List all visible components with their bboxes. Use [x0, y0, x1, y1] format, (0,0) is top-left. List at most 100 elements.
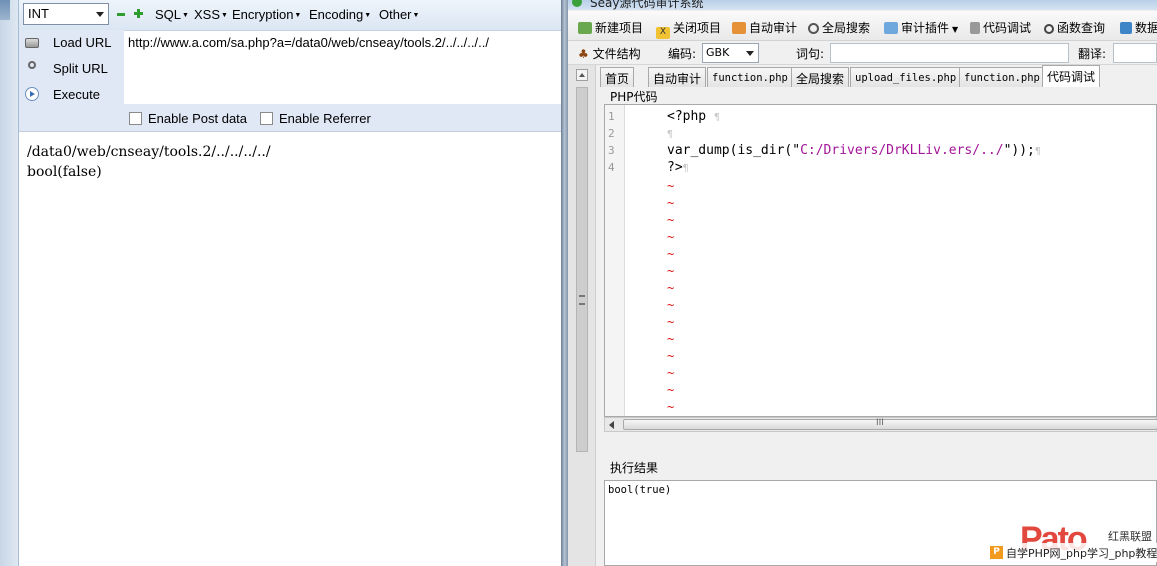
auto-audit-button[interactable]: 自动审计 — [732, 19, 797, 36]
tab-auto-audit[interactable]: 自动审计 — [648, 67, 707, 87]
audit-plugin-button[interactable]: 审计插件 ▼ — [884, 19, 958, 36]
main-toolbar: 新建项目 X 关闭项目 自动审计 全局搜索 审计插件 ▼ 代码调试 函数查询 数据 — [568, 11, 1157, 41]
left-window-edge — [0, 0, 18, 566]
tab-function-php-2[interactable]: function.php — [959, 67, 1045, 87]
secondary-toolbar: ♣ 文件结构 编码: GBK 词句: 翻译: — [568, 41, 1157, 65]
debug-icon — [970, 22, 980, 34]
increase-icon[interactable] — [134, 9, 143, 18]
hackbar-options: Enable Post data Enable Referrer — [19, 104, 562, 132]
tree-icon: ♣ — [578, 47, 589, 61]
menu-encryption[interactable]: Encryption▼ — [232, 7, 301, 22]
decrease-icon[interactable] — [117, 13, 125, 16]
output-line: /data0/web/cnseay/tools.2/../../../../ — [27, 144, 271, 160]
result-label: 执行结果 — [610, 461, 659, 475]
line-gutter: 1 2 3 4 — [605, 105, 625, 416]
query-label: 词句: — [796, 47, 825, 61]
watermark-brand: 红黑联盟 — [1108, 530, 1152, 543]
empty-line-marker: ~ — [667, 315, 675, 329]
code-line: var_dump(is_dir("C:/Drivers/DrKLLiv.ers/… — [667, 143, 1041, 158]
page-output: /data0/web/cnseay/tools.2/../../../../ b… — [27, 142, 547, 182]
menu-sql[interactable]: SQL▼ — [155, 7, 189, 22]
watermark-icon: P — [990, 546, 1003, 559]
output-line: bool(false) — [27, 164, 102, 180]
empty-line-marker: ~ — [667, 298, 675, 312]
plugin-icon — [884, 22, 898, 34]
tab-function-php[interactable]: function.php — [707, 67, 793, 87]
splitter-grip-icon[interactable] — [579, 295, 585, 305]
horizontal-scrollbar[interactable]: III — [604, 417, 1157, 432]
app-icon — [572, 0, 582, 7]
side-scrollbar[interactable] — [568, 65, 596, 566]
code-line: ¶ — [667, 129, 674, 140]
play-icon — [25, 87, 39, 101]
magnifier-icon — [1044, 24, 1054, 34]
url-textarea[interactable]: http://www.a.com/sa.php?a=/data0/web/cns… — [124, 30, 562, 104]
translate-label: 翻译: — [1078, 47, 1107, 61]
search-icon — [808, 23, 819, 34]
empty-line-marker: ~ — [667, 179, 675, 193]
scroll-left-icon[interactable] — [609, 421, 614, 429]
empty-line-marker: ~ — [667, 332, 675, 346]
encoding-select[interactable]: GBK — [702, 43, 759, 63]
line-number: 4 — [608, 161, 615, 174]
scroll-up-icon[interactable] — [576, 69, 588, 81]
encoding-label: 编码: — [668, 47, 697, 61]
split-url-button[interactable]: Split URL — [19, 56, 124, 82]
data-icon — [1120, 22, 1132, 34]
empty-line-marker: ~ — [667, 383, 675, 397]
code-line: ?>¶ — [667, 160, 689, 175]
load-url-button[interactable]: Load URL — [19, 30, 124, 56]
hackbar-panel: INT SQL▼ XSS▼ Encryption▼ Encoding▼ Othe… — [18, 0, 562, 566]
scroll-track[interactable] — [576, 87, 588, 452]
function-query-button[interactable]: 函数查询 — [1044, 19, 1105, 36]
empty-line-marker: ~ — [667, 281, 675, 295]
hackbar-toolbar: INT SQL▼ XSS▼ Encryption▼ Encoding▼ Othe… — [19, 0, 562, 30]
chevron-down-icon — [96, 12, 104, 17]
code-label: PHP代码 — [610, 90, 658, 104]
watermark-bar: P 自学PHP网_php学习_php教程 — [988, 543, 1157, 562]
menu-encoding[interactable]: Encoding▼ — [309, 7, 371, 22]
file-structure-button[interactable]: ♣ 文件结构 — [578, 45, 641, 62]
scissors-icon — [28, 61, 36, 69]
empty-line-marker: ~ — [667, 264, 675, 278]
translate-input[interactable] — [1113, 43, 1157, 63]
window-divider — [561, 0, 568, 566]
enable-post-checkbox[interactable]: Enable Post data — [129, 111, 247, 126]
seay-window: Seay源代码审计系统 新建项目 X 关闭项目 自动审计 全局搜索 审计插件 ▼ 代… — [568, 0, 1157, 566]
query-input[interactable] — [830, 43, 1069, 63]
empty-line-marker: ~ — [667, 349, 675, 363]
empty-line-marker: ~ — [667, 366, 675, 380]
load-icon — [25, 38, 39, 48]
tab-global-search[interactable]: 全局搜索 — [791, 67, 850, 87]
new-project-button[interactable]: 新建项目 — [578, 19, 643, 36]
hackbar-actions: Load URL Split URL Execute — [19, 30, 124, 104]
code-debug-button[interactable]: 代码调试 — [970, 19, 1031, 36]
enable-referrer-checkbox[interactable]: Enable Referrer — [260, 111, 371, 126]
empty-line-marker: ~ — [667, 400, 675, 414]
scroll-thumb[interactable]: III — [623, 418, 1157, 430]
code-editor[interactable]: 1 2 3 4 <?php ¶ ¶ var_dump(is_dir("C:/Dr… — [604, 104, 1157, 417]
global-search-button[interactable]: 全局搜索 — [808, 19, 870, 36]
empty-line-marker: ~ — [667, 213, 675, 227]
close-project-icon: X — [656, 27, 670, 39]
empty-line-marker: ~ — [667, 196, 675, 210]
line-number: 2 — [608, 127, 615, 140]
tab-home[interactable]: 首页 — [600, 67, 635, 87]
line-number: 1 — [608, 110, 615, 123]
menu-xss[interactable]: XSS▼ — [194, 7, 228, 22]
type-select[interactable]: INT — [23, 3, 109, 25]
close-project-button[interactable]: X 关闭项目 — [656, 19, 721, 39]
empty-line-marker: ~ — [667, 247, 675, 261]
line-number: 3 — [608, 144, 615, 157]
menu-other[interactable]: Other▼ — [379, 7, 419, 22]
chevron-down-icon — [746, 51, 754, 56]
tab-bar: 首页 自动审计 function.php 全局搜索 upload_files.p… — [600, 65, 1157, 87]
new-project-icon — [578, 22, 592, 34]
tab-code-debug[interactable]: 代码调试 — [1042, 65, 1101, 87]
tab-upload-files-php[interactable]: upload_files.php — [850, 67, 962, 87]
audit-icon — [732, 22, 746, 34]
title-bar: Seay源代码审计系统 — [568, 0, 1157, 10]
empty-line-marker: ~ — [667, 230, 675, 244]
code-line: <?php ¶ — [667, 109, 720, 124]
data-button[interactable]: 数据 — [1120, 19, 1157, 36]
